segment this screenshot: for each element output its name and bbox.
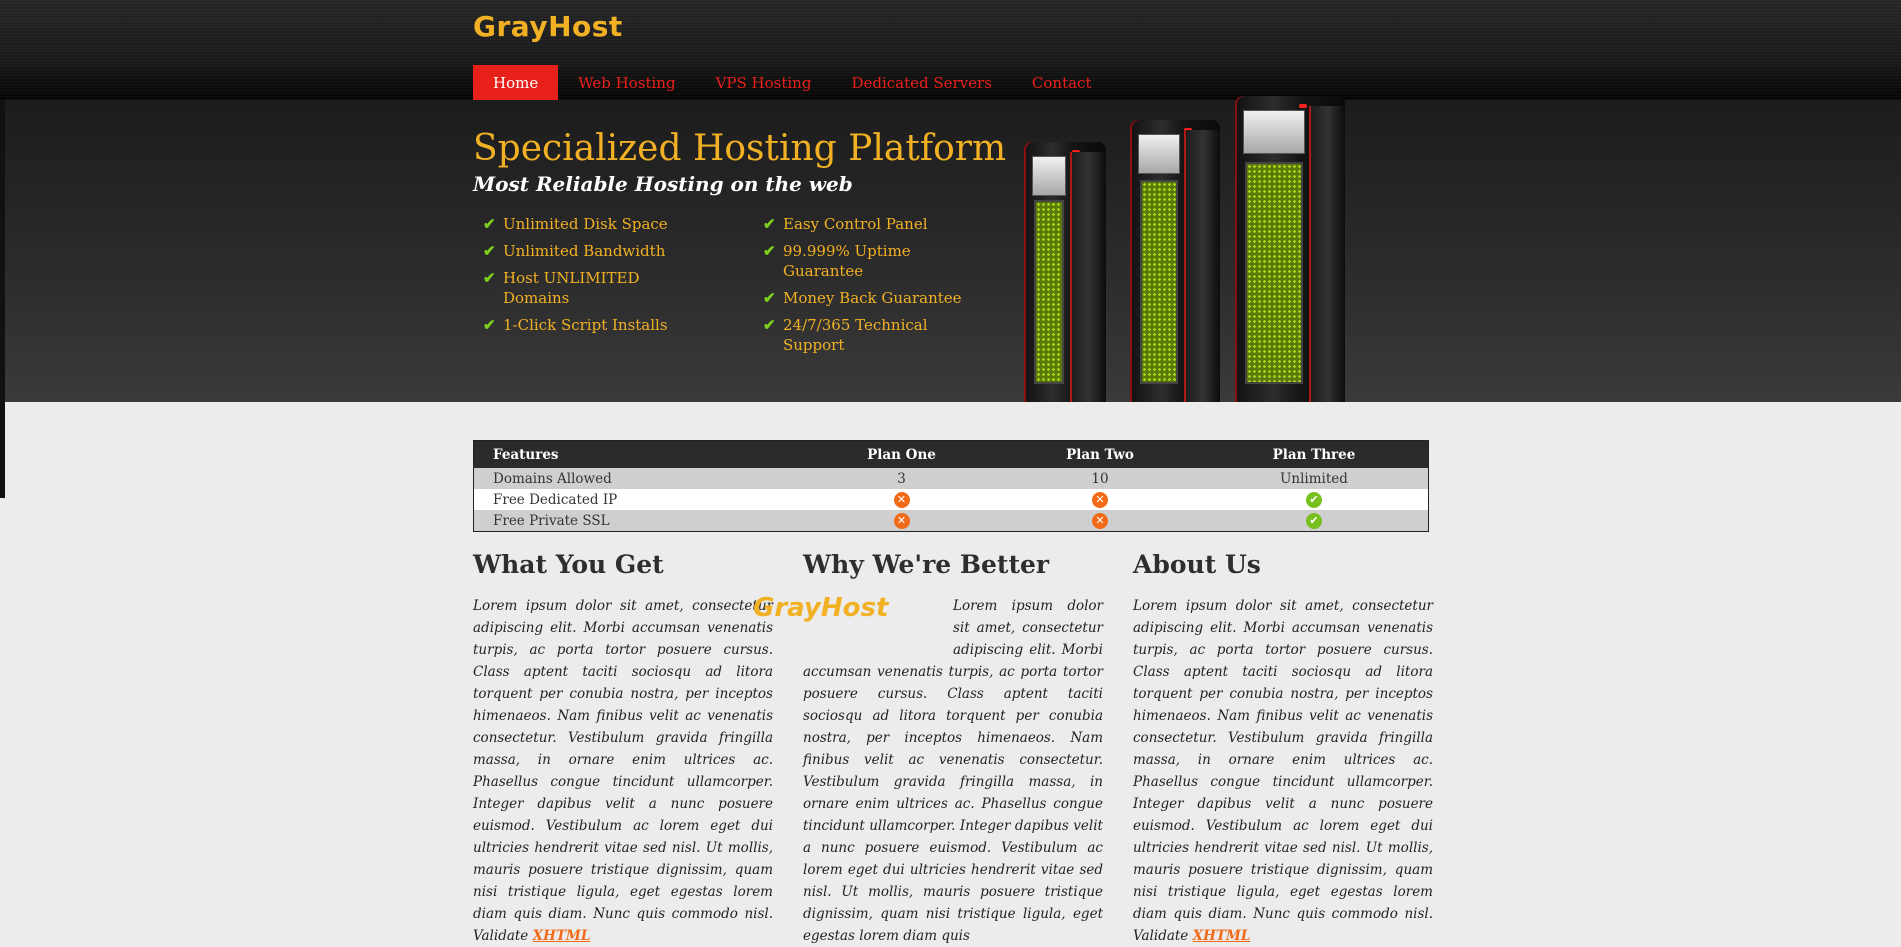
section-why-better: Why We're Better GrayHost Lorem ipsum dol… — [753, 550, 1103, 947]
section-title: About Us — [1133, 550, 1261, 579]
check-icon: ✔ — [483, 316, 496, 334]
feature-list-left: ✔ Unlimited Disk Space ✔ Unlimited Bandwid… — [483, 214, 703, 342]
nav-home[interactable]: Home — [473, 65, 559, 100]
check-icon: ✔ — [483, 269, 496, 287]
feature-item: ✔ Unlimited Disk Space — [483, 215, 668, 233]
section-title: What You Get — [473, 550, 664, 579]
table-cell: Unlimited — [1200, 468, 1429, 489]
section-about-us: About Us Lorem ipsum dolor sit amet, con… — [1133, 550, 1433, 947]
xhtml-link[interactable]: XHTML — [533, 928, 591, 944]
table-header: Plan Two — [1000, 440, 1200, 468]
server-tower — [1130, 120, 1220, 402]
check-icon: ✔ — [1306, 491, 1322, 508]
check-icon: ✔ — [483, 242, 496, 260]
check-icon: ✔ — [483, 215, 496, 233]
feature-item: ✔ Money Back Guarantee — [763, 289, 962, 307]
nav-web-hosting[interactable]: Web Hosting — [558, 65, 695, 100]
server-tower — [1024, 142, 1106, 402]
check-icon: ✔ — [763, 316, 776, 334]
cross-icon: ✕ — [893, 491, 910, 508]
pricing-table: Features Plan One Plan Two Plan Three Do… — [473, 440, 1429, 532]
nav-vps-hosting[interactable]: VPS Hosting — [696, 65, 832, 100]
cross-icon: ✕ — [1092, 491, 1108, 508]
table-cell: 3 — [803, 468, 1000, 489]
table-cell: 10 — [1000, 468, 1200, 489]
feature-list-right: ✔ Easy Control Panel ✔ 99.999% Uptime Guar… — [763, 214, 983, 362]
section-body: GrayHost Lorem ipsum dolor sit amet, cons… — [753, 593, 1103, 947]
table-row: Free Private SSL ✕ ✕ ✔ — [473, 510, 1429, 532]
hero-subline: Most Reliable Hosting on the web — [473, 172, 853, 196]
cross-icon: ✕ — [1092, 512, 1108, 529]
main-nav: Home Web Hosting VPS Hosting Dedicated S… — [473, 65, 1111, 100]
hero-headline: Specialized Hosting Platform — [473, 128, 1007, 169]
inline-logo-image: GrayHost — [753, 593, 889, 623]
feature-item: ✔ Unlimited Bandwidth — [483, 242, 666, 260]
section-body: Lorem ipsum dolor sit amet, consectetur … — [1133, 598, 1433, 944]
site-logo[interactable]: GrayHost — [473, 10, 623, 43]
check-icon: ✔ — [763, 242, 776, 260]
nav-dedicated-servers[interactable]: Dedicated Servers — [831, 65, 1011, 100]
section-body: Lorem ipsum dolor sit amet, consectetur … — [473, 598, 773, 944]
server-tower — [1235, 96, 1345, 402]
table-header: Plan Three — [1200, 440, 1429, 468]
table-header: Plan One — [803, 440, 1000, 468]
table-cell: Free Private SSL — [473, 510, 803, 532]
xhtml-link[interactable]: XHTML — [1193, 928, 1251, 944]
check-icon: ✔ — [763, 215, 776, 233]
feature-item: ✔ 1-Click Script Installs — [483, 316, 668, 334]
table-cell: Domains Allowed — [473, 468, 803, 489]
check-icon: ✔ — [763, 289, 776, 307]
section-title: Why We're Better — [803, 550, 1050, 579]
table-row: Domains Allowed 3 10 Unlimited — [473, 468, 1429, 489]
feature-item: ✔ 24/7/365 Technical Support — [763, 316, 928, 354]
site-header: GrayHost Home Web Hosting VPS Hosting De… — [0, 0, 1901, 100]
cross-icon: ✕ — [893, 512, 910, 529]
check-icon: ✔ — [1306, 512, 1322, 529]
feature-item: ✔ 99.999% Uptime Guarantee — [763, 242, 911, 280]
feature-item: ✔ Easy Control Panel — [763, 215, 928, 233]
server-towers-image — [1020, 48, 1440, 402]
page-edge-bar — [0, 100, 5, 498]
table-header: Features — [473, 440, 803, 468]
table-row: Free Dedicated IP ✕ ✕ ✔ — [473, 489, 1429, 510]
table-cell: Free Dedicated IP — [473, 489, 803, 510]
section-what-you-get: What You Get Lorem ipsum dolor sit amet,… — [473, 550, 773, 947]
feature-item: ✔ Host UNLIMITED Domains — [483, 269, 640, 307]
